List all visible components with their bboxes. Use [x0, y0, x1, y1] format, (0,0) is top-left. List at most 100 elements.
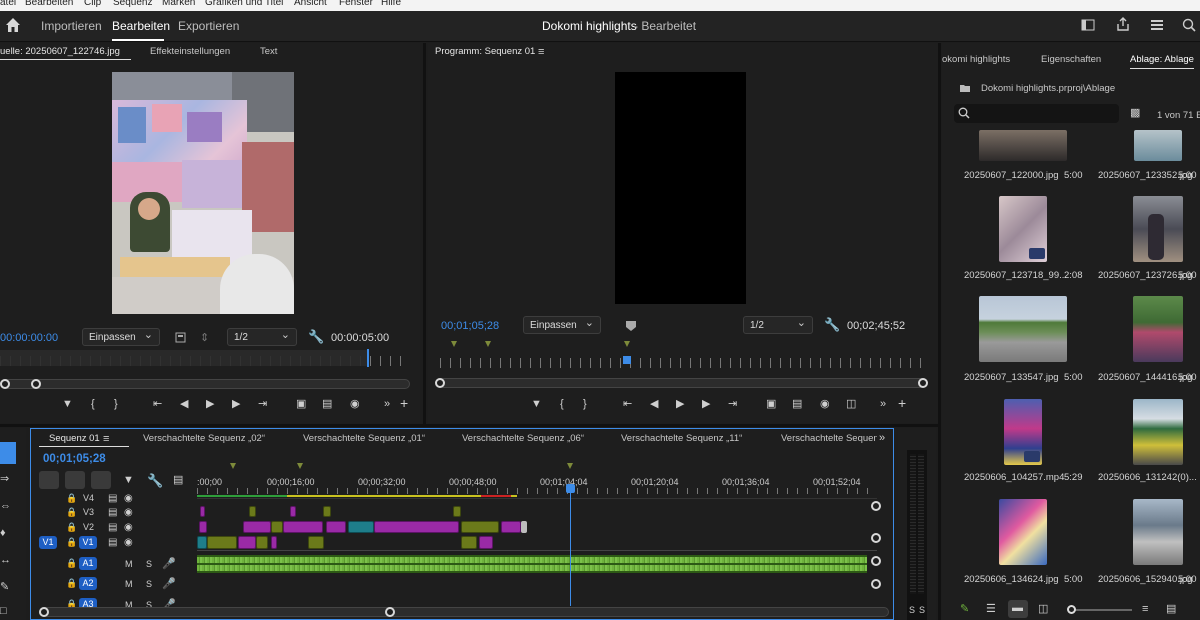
thumbnail-size-handle[interactable] [1067, 605, 1076, 614]
step-back-icon[interactable]: ◀ [180, 399, 188, 410]
timeline-settings-wrench-icon[interactable]: 🔧 [147, 474, 163, 487]
lock-icon[interactable]: 🔒 [66, 578, 77, 589]
vertical-zoom-handle[interactable] [871, 501, 881, 511]
source-fit-select[interactable]: Einpassen [82, 328, 160, 346]
program-marker[interactable] [451, 341, 457, 347]
add-marker-icon[interactable]: ▼ [123, 475, 134, 486]
track-a2-badge[interactable]: A2 [79, 577, 97, 590]
new-search-bin-icon[interactable]: ▩ [1130, 108, 1140, 119]
source-timecode[interactable]: 00:00:00:00 [0, 332, 58, 344]
menu-hilfe[interactable]: Hilfe [381, 0, 401, 9]
track-v1-badge[interactable]: V1 [79, 536, 97, 549]
bin-item-name[interactable]: 20250607_123718_99... [964, 270, 1067, 281]
step-back-icon[interactable]: ◀ [650, 399, 658, 410]
lock-icon[interactable]: 🔒 [66, 507, 77, 518]
marker-shield-icon[interactable] [625, 320, 637, 332]
program-menu-icon[interactable]: ≡ [538, 47, 544, 58]
program-zoom-scrollbar[interactable] [438, 378, 926, 388]
selection-tool-icon[interactable] [0, 442, 16, 464]
bin-item-name[interactable]: 20250606_131242(0)... [1098, 472, 1197, 483]
bin-item-name[interactable]: 20250607_122000.jpg [964, 170, 1059, 181]
eye-icon[interactable]: ◉ [124, 537, 133, 548]
menu-grafiken[interactable]: Grafiken und Titel [205, 0, 283, 9]
clip-v1[interactable] [461, 536, 477, 549]
step-forward-icon[interactable]: ▶ [702, 399, 710, 410]
timeline-playhead[interactable] [570, 484, 571, 606]
timeline-marker[interactable] [230, 463, 236, 469]
thumbnail[interactable] [979, 130, 1067, 161]
icon-view-button[interactable]: ▬ [1008, 600, 1028, 618]
mute-button[interactable]: M [125, 559, 133, 569]
eye-icon[interactable]: ◉ [124, 507, 133, 518]
microphone-icon[interactable]: 🎤 [162, 557, 176, 570]
program-zoom-right-handle[interactable] [918, 378, 928, 388]
panel-divider[interactable] [0, 424, 938, 427]
go-to-out-icon[interactable]: ⇥ [258, 399, 267, 410]
clip-v2[interactable] [283, 521, 323, 533]
source-zoom-right-handle[interactable] [31, 379, 41, 389]
clip-v3[interactable] [453, 506, 461, 517]
source-zoom-scrollbar[interactable] [0, 379, 410, 389]
comparison-view-icon[interactable]: ◫ [846, 399, 856, 410]
source-resolution-select[interactable]: 1/2 [227, 328, 297, 346]
thumbnail[interactable] [999, 196, 1047, 262]
pen-tool-icon[interactable]: ✎ [0, 582, 9, 593]
lock-icon[interactable]: 🔒 [66, 522, 77, 533]
lift-icon[interactable]: ▣ [766, 399, 776, 410]
meter-solo-right[interactable]: S [919, 605, 925, 615]
overwrite-clip-icon[interactable]: ▤ [322, 399, 332, 410]
program-marker[interactable] [624, 341, 630, 347]
sync-lock-icon[interactable]: ▤ [108, 522, 117, 533]
clip-v2[interactable] [243, 521, 271, 533]
timeline-scroll-right-handle[interactable] [385, 607, 395, 617]
mark-out-icon[interactable]: } [114, 399, 118, 410]
mute-button[interactable]: M [125, 579, 133, 589]
folder-up-icon[interactable] [959, 83, 971, 93]
timeline-tab-nested-more[interactable]: Verschachtelte Sequenz [781, 433, 877, 444]
solo-button[interactable]: S [146, 559, 152, 569]
thumbnail-size-slider[interactable] [1072, 609, 1132, 611]
play-icon[interactable]: ▶ [206, 399, 214, 410]
lock-icon[interactable]: 🔒 [66, 493, 77, 504]
menu-ansicht[interactable]: Ansicht [294, 0, 327, 9]
thumbnail[interactable] [979, 296, 1067, 362]
add-marker-icon[interactable]: ▼ [531, 399, 542, 410]
timeline-scroll-left-handle[interactable] [39, 607, 49, 617]
timeline-tab-nested-11[interactable]: Verschachtelte Sequenz „11“ [621, 433, 742, 444]
panel-divider[interactable] [938, 43, 941, 620]
rectangle-tool-icon[interactable]: □ [0, 606, 7, 617]
sync-lock-icon[interactable]: ▤ [108, 537, 117, 548]
solo-button[interactable]: S [146, 579, 152, 589]
clip-v2[interactable] [374, 521, 459, 533]
sync-lock-icon[interactable]: ▤ [108, 493, 117, 504]
timeline-horizontal-scrollbar[interactable] [39, 607, 889, 617]
bin-tab-properties[interactable]: Eigenschaften [1041, 54, 1101, 65]
sort-icon[interactable]: ≡ [1142, 604, 1148, 615]
program-resolution-select[interactable]: 1/2 [743, 316, 813, 334]
bin-item-name[interactable]: 20250607_133547.jpg [964, 372, 1059, 383]
source-tab[interactable]: uelle: 20250607_122746.jpg [0, 46, 120, 57]
timeline-marker[interactable] [567, 463, 573, 469]
thumbnail[interactable] [999, 499, 1047, 565]
bin-search-field[interactable] [954, 104, 1119, 123]
safe-margin-icon[interactable] [175, 332, 186, 343]
tab-bearbeiten[interactable]: Bearbeiten [112, 19, 170, 33]
quick-export-icon[interactable] [1150, 19, 1164, 31]
add-button-icon[interactable]: + [400, 396, 408, 410]
mark-in-icon[interactable]: { [560, 399, 564, 410]
timeline-playhead-handle[interactable] [566, 484, 575, 493]
ripple-edit-tool-icon[interactable]: ⇔ [0, 501, 11, 512]
freeform-view-icon[interactable]: ◫ [1038, 604, 1048, 615]
menu-fenster[interactable]: Fenster [339, 0, 373, 9]
timeline-tab-nested-02[interactable]: Verschachtelte Sequenz „02“ [143, 433, 265, 444]
vertical-zoom-handle[interactable] [871, 579, 881, 589]
timeline-timecode[interactable]: 00;01;05;28 [43, 453, 106, 465]
program-fit-select[interactable]: Einpassen [523, 316, 601, 334]
source-v1-badge[interactable]: V1 [39, 536, 57, 549]
sync-lock-icon[interactable]: ▤ [108, 507, 117, 518]
search-icon[interactable] [1182, 18, 1196, 32]
menu-marken[interactable]: Marken [162, 0, 195, 9]
timeline-tab-nested-06[interactable]: Verschachtelte Sequenz „06“ [462, 433, 584, 444]
insert-clip-icon[interactable]: ▣ [296, 399, 306, 410]
menu-bearbeiten[interactable]: Bearbeiten [25, 0, 73, 9]
